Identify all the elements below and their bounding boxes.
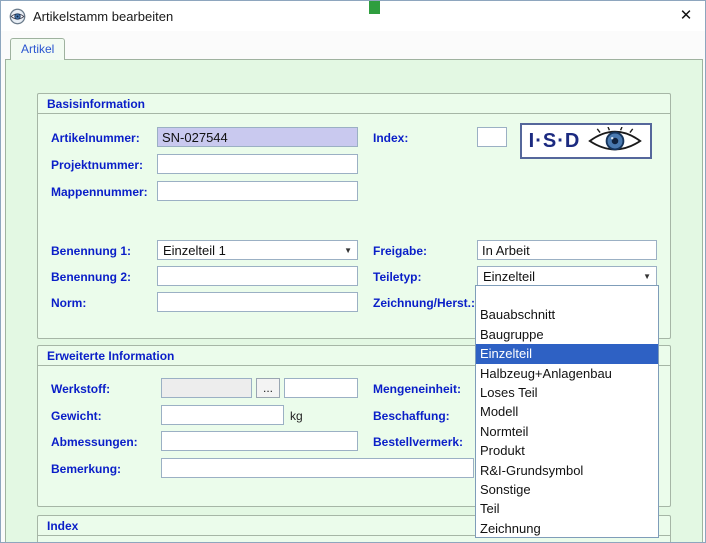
isd-logo: I·S·D xyxy=(520,123,652,159)
zeichnung-herst-label: Zeichnung/Herst.: xyxy=(373,296,475,310)
werkstoff-label: Werkstoff: xyxy=(51,382,110,396)
dropdown-item[interactable]: Modell xyxy=(476,402,658,421)
werkstoff-extra-input[interactable] xyxy=(284,378,358,398)
teiletyp-combobox[interactable]: Einzelteil ▼ xyxy=(477,266,657,286)
bemerkung-label: Bemerkung: xyxy=(51,462,121,476)
mappennummer-input[interactable] xyxy=(157,181,358,201)
chevron-down-icon: ▼ xyxy=(643,272,651,281)
benennung1-label: Benennung 1: xyxy=(51,244,131,258)
artikelnummer-label: Artikelnummer: xyxy=(51,131,140,145)
bemerkung-input[interactable] xyxy=(161,458,474,478)
tab-artikel[interactable]: Artikel xyxy=(10,38,65,60)
dialog-window: Artikelstamm bearbeiten ✕ Artikel Basisi… xyxy=(0,0,706,543)
kg-unit-label: kg xyxy=(290,409,303,423)
werkstoff-input[interactable] xyxy=(161,378,252,398)
beschaffung-label: Beschaffung: xyxy=(373,409,450,423)
gewicht-input[interactable] xyxy=(161,405,284,425)
gewicht-label: Gewicht: xyxy=(51,409,102,423)
window-title: Artikelstamm bearbeiten xyxy=(33,9,173,24)
dropdown-item[interactable]: Normteil xyxy=(476,422,658,441)
isd-logo-text: I·S·D xyxy=(529,130,581,153)
freigabe-label: Freigabe: xyxy=(373,244,427,258)
dropdown-item[interactable]: Zeichnung xyxy=(476,519,658,538)
dropdown-item[interactable]: Produkt xyxy=(476,441,658,460)
teiletyp-value: Einzelteil xyxy=(483,269,535,284)
dropdown-item[interactable]: Halbzeug+Anlagenbau xyxy=(476,364,658,383)
teiletyp-label: Teiletyp: xyxy=(373,270,421,284)
abmessungen-input[interactable] xyxy=(161,431,358,451)
teiletyp-dropdown-list: BauabschnittBaugruppeEinzelteilHalbzeug+… xyxy=(475,285,659,538)
artikelnummer-input[interactable] xyxy=(157,127,358,147)
norm-input[interactable] xyxy=(157,292,358,312)
mengeneinheit-label: Mengeneinheit: xyxy=(373,382,461,396)
dropdown-item[interactable]: Bauabschnitt xyxy=(476,305,658,324)
dropdown-item[interactable]: Loses Teil xyxy=(476,383,658,402)
freigabe-input[interactable] xyxy=(477,240,657,260)
dropdown-item[interactable]: Teil xyxy=(476,499,658,518)
werkstoff-browse-button[interactable]: ... xyxy=(256,378,280,398)
benennung1-combobox[interactable]: Einzelteil 1 ▼ xyxy=(157,240,358,260)
dropdown-item[interactable] xyxy=(476,286,658,305)
close-button[interactable]: ✕ xyxy=(673,5,699,27)
dropdown-item[interactable]: Baugruppe xyxy=(476,325,658,344)
app-eye-icon xyxy=(9,8,26,25)
index-label: Index: xyxy=(373,131,408,145)
benennung2-label: Benennung 2: xyxy=(51,270,131,284)
projektnummer-input[interactable] xyxy=(157,154,358,174)
norm-label: Norm: xyxy=(51,296,86,310)
benennung1-value: Einzelteil 1 xyxy=(163,243,226,258)
dropdown-item[interactable]: R&I-Grundsymbol xyxy=(476,461,658,480)
bestellvermerk-label: Bestellvermerk: xyxy=(373,435,463,449)
benennung2-input[interactable] xyxy=(157,266,358,286)
group-header-basisinformation: Basisinformation xyxy=(38,94,670,114)
projektnummer-label: Projektnummer: xyxy=(51,158,143,172)
index-input[interactable] xyxy=(477,127,507,147)
abmessungen-label: Abmessungen: xyxy=(51,435,138,449)
dropdown-item[interactable]: Einzelteil xyxy=(476,344,658,363)
screen-artifact xyxy=(369,1,380,14)
chevron-down-icon: ▼ xyxy=(344,246,352,255)
title-bar: Artikelstamm bearbeiten xyxy=(1,1,705,31)
eye-icon xyxy=(587,127,643,155)
dropdown-item[interactable]: Sonstige xyxy=(476,480,658,499)
mappennummer-label: Mappennummer: xyxy=(51,185,148,199)
